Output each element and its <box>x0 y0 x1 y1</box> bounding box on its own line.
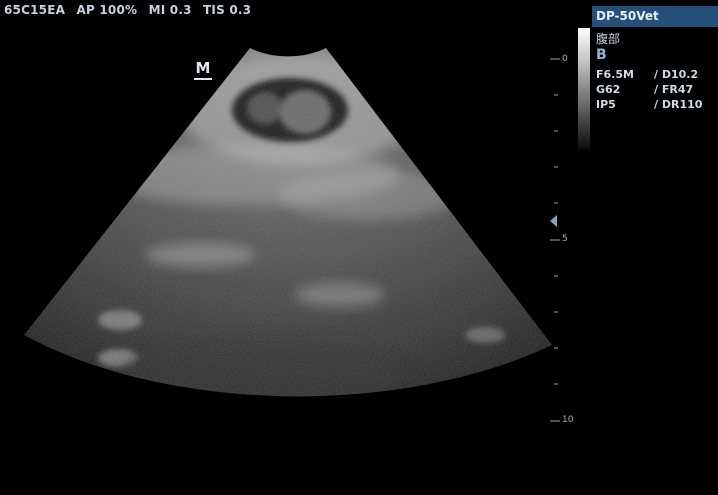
parameter-panel: DP-50Vet 腹部 B F6.5M / D10.2 G62 / FR47 I… <box>592 6 718 126</box>
device-title: DP-50Vet <box>592 6 718 27</box>
grayscale-bar <box>578 28 590 150</box>
param-row: F6.5M / D10.2 <box>596 68 699 81</box>
depth-label-10: 10 <box>562 415 574 425</box>
imaging-mode: B <box>596 47 607 63</box>
depth-label-0: 0 <box>562 54 568 64</box>
param-row: IP5 / DR110 <box>596 98 703 111</box>
focus-marker-icon <box>550 215 557 227</box>
orientation-marker: M <box>194 60 212 80</box>
param-row: G62 / FR47 <box>596 83 694 96</box>
depth-label-5: 5 <box>562 234 568 244</box>
exam-preset: 腹部 <box>596 32 621 46</box>
